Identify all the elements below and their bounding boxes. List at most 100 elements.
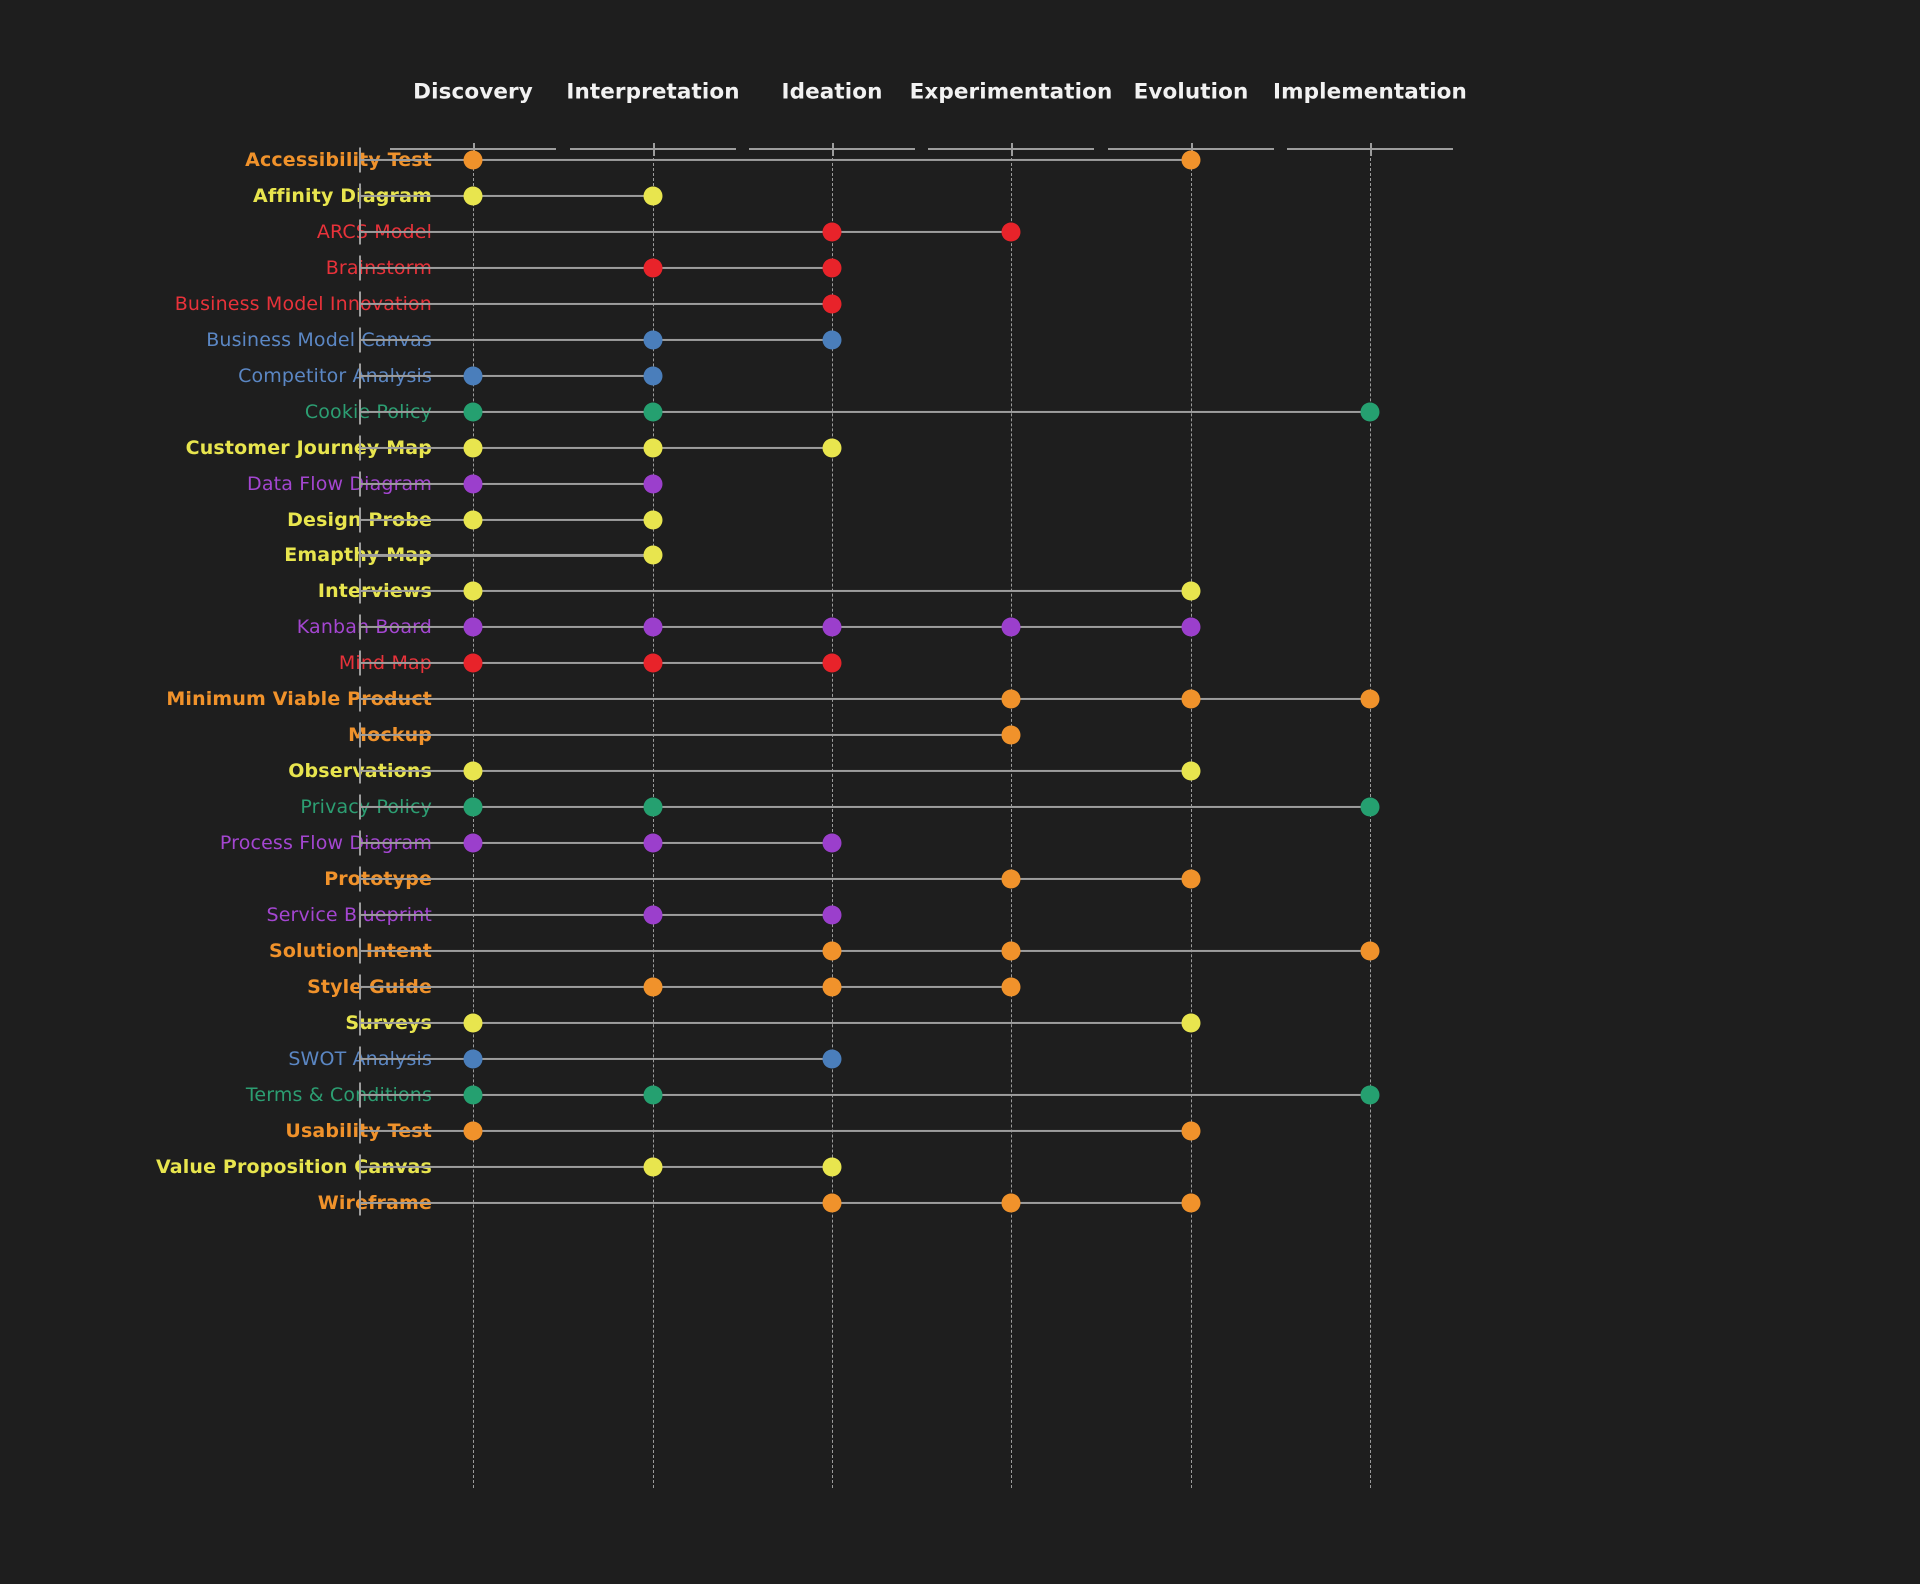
stage-dot-interpretation[interactable]: [643, 510, 663, 529]
stage-dot-interpretation[interactable]: [643, 366, 663, 386]
stage-dot-discovery[interactable]: [463, 150, 483, 170]
stage-dot-evolution[interactable]: [1181, 150, 1201, 170]
table-row[interactable]: Prototype: [0, 861, 1920, 897]
stage-dot-experimentation[interactable]: [1001, 689, 1021, 709]
stage-dot-discovery[interactable]: [463, 510, 483, 529]
table-row[interactable]: Terms & Conditions: [0, 1077, 1920, 1113]
stage-dot-interpretation[interactable]: [643, 653, 663, 673]
stage-dot-implementation[interactable]: [1360, 797, 1380, 817]
table-row[interactable]: Observations: [0, 753, 1920, 789]
stage-dot-implementation[interactable]: [1360, 941, 1380, 961]
table-row[interactable]: Mind Map: [0, 645, 1920, 681]
stage-dot-ideation[interactable]: [822, 653, 842, 673]
stage-dot-interpretation[interactable]: [643, 186, 663, 206]
stage-dot-evolution[interactable]: [1181, 617, 1201, 637]
stage-dot-discovery[interactable]: [463, 438, 483, 458]
stage-dot-ideation[interactable]: [822, 1193, 842, 1213]
table-row[interactable]: Competitor Analysis: [0, 358, 1920, 394]
table-row[interactable]: Kanban Board: [0, 609, 1920, 645]
stage-dot-interpretation[interactable]: [643, 474, 663, 494]
stage-dot-interpretation[interactable]: [643, 1085, 663, 1105]
stage-dot-discovery[interactable]: [463, 1049, 483, 1069]
table-row[interactable]: Business Model Canvas: [0, 322, 1920, 358]
stage-dot-discovery[interactable]: [463, 1121, 483, 1141]
stage-dot-experimentation[interactable]: [1001, 1193, 1021, 1213]
stage-dot-interpretation[interactable]: [643, 833, 663, 853]
stage-dot-interpretation[interactable]: [643, 977, 663, 997]
stage-dot-interpretation[interactable]: [643, 905, 663, 925]
stage-dot-discovery[interactable]: [463, 1013, 483, 1033]
stage-dot-ideation[interactable]: [822, 977, 842, 997]
stage-dot-discovery[interactable]: [463, 581, 483, 601]
stage-dot-implementation[interactable]: [1360, 1085, 1380, 1105]
stage-dot-interpretation[interactable]: [643, 438, 663, 458]
stage-dot-ideation[interactable]: [822, 438, 842, 458]
stage-dot-discovery[interactable]: [463, 186, 483, 206]
stage-dot-discovery[interactable]: [463, 402, 483, 422]
stage-dot-evolution[interactable]: [1181, 1013, 1201, 1033]
stage-dot-experimentation[interactable]: [1001, 941, 1021, 961]
stage-dot-ideation[interactable]: [822, 294, 842, 314]
stage-dot-ideation[interactable]: [822, 1157, 842, 1177]
stage-dot-evolution[interactable]: [1181, 761, 1201, 781]
stage-dot-ideation[interactable]: [822, 222, 842, 242]
stage-dot-experimentation[interactable]: [1001, 222, 1021, 242]
stage-dot-interpretation[interactable]: [643, 1157, 663, 1177]
stage-dot-experimentation[interactable]: [1001, 725, 1021, 745]
stage-dot-evolution[interactable]: [1181, 1193, 1201, 1213]
table-row[interactable]: Style Guide: [0, 969, 1920, 1005]
stage-dot-experimentation[interactable]: [1001, 869, 1021, 889]
stage-dot-experimentation[interactable]: [1001, 617, 1021, 637]
table-row[interactable]: Brainstorm: [0, 250, 1920, 286]
stage-dot-interpretation[interactable]: [643, 617, 663, 637]
stage-dot-ideation[interactable]: [822, 833, 842, 853]
table-row[interactable]: Customer Journey Map: [0, 430, 1920, 466]
table-row[interactable]: Minimum Viable Product: [0, 681, 1920, 717]
table-row[interactable]: Service Blueprint: [0, 897, 1920, 933]
stage-dot-ideation[interactable]: [822, 258, 842, 278]
table-row[interactable]: Interviews: [0, 573, 1920, 609]
table-row[interactable]: Mockup: [0, 717, 1920, 753]
table-row[interactable]: Data Flow Diagram: [0, 466, 1920, 502]
stage-dot-evolution[interactable]: [1181, 869, 1201, 889]
stage-dot-discovery[interactable]: [463, 653, 483, 673]
stage-dot-discovery[interactable]: [463, 474, 483, 494]
table-row[interactable]: Business Model Innovation: [0, 286, 1920, 322]
stage-dot-discovery[interactable]: [463, 833, 483, 853]
stage-dot-interpretation[interactable]: [643, 330, 663, 350]
stage-dot-discovery[interactable]: [463, 366, 483, 386]
stage-dot-interpretation[interactable]: [643, 545, 663, 565]
stage-dot-discovery[interactable]: [463, 617, 483, 637]
stage-dot-evolution[interactable]: [1181, 689, 1201, 709]
stage-dot-discovery[interactable]: [463, 797, 483, 817]
stage-dot-ideation[interactable]: [822, 330, 842, 350]
stage-dot-ideation[interactable]: [822, 617, 842, 637]
stage-dot-ideation[interactable]: [822, 1049, 842, 1069]
stage-dot-ideation[interactable]: [822, 905, 842, 925]
table-row[interactable]: SWOT Analysis: [0, 1041, 1920, 1077]
stage-dot-interpretation[interactable]: [643, 797, 663, 817]
stage-dot-evolution[interactable]: [1181, 581, 1201, 601]
stage-dot-interpretation[interactable]: [643, 402, 663, 422]
table-row[interactable]: Usability Test: [0, 1113, 1920, 1149]
stage-dot-discovery[interactable]: [463, 1085, 483, 1105]
stage-dot-implementation[interactable]: [1360, 402, 1380, 422]
table-row[interactable]: Design Probe: [0, 502, 1920, 538]
stage-dot-ideation[interactable]: [822, 941, 842, 961]
table-row[interactable]: Cookie Policy: [0, 394, 1920, 430]
table-row[interactable]: Accessibility Test: [0, 142, 1920, 178]
table-row[interactable]: Affinity Diagram: [0, 178, 1920, 214]
table-row[interactable]: Privacy Policy: [0, 789, 1920, 825]
table-row[interactable]: Emapthy Map: [0, 537, 1920, 573]
stage-dot-experimentation[interactable]: [1001, 977, 1021, 997]
stage-dot-evolution[interactable]: [1181, 1121, 1201, 1141]
table-row[interactable]: Process Flow Diagram: [0, 825, 1920, 861]
table-row[interactable]: Wireframe: [0, 1185, 1920, 1221]
stage-dot-implementation[interactable]: [1360, 689, 1380, 709]
table-row[interactable]: ARCS Model: [0, 214, 1920, 250]
stage-dot-discovery[interactable]: [463, 761, 483, 781]
table-row[interactable]: Surveys: [0, 1005, 1920, 1041]
table-row[interactable]: Solution Intent: [0, 933, 1920, 969]
table-row[interactable]: Value Proposition Canvas: [0, 1149, 1920, 1185]
stage-dot-interpretation[interactable]: [643, 258, 663, 278]
